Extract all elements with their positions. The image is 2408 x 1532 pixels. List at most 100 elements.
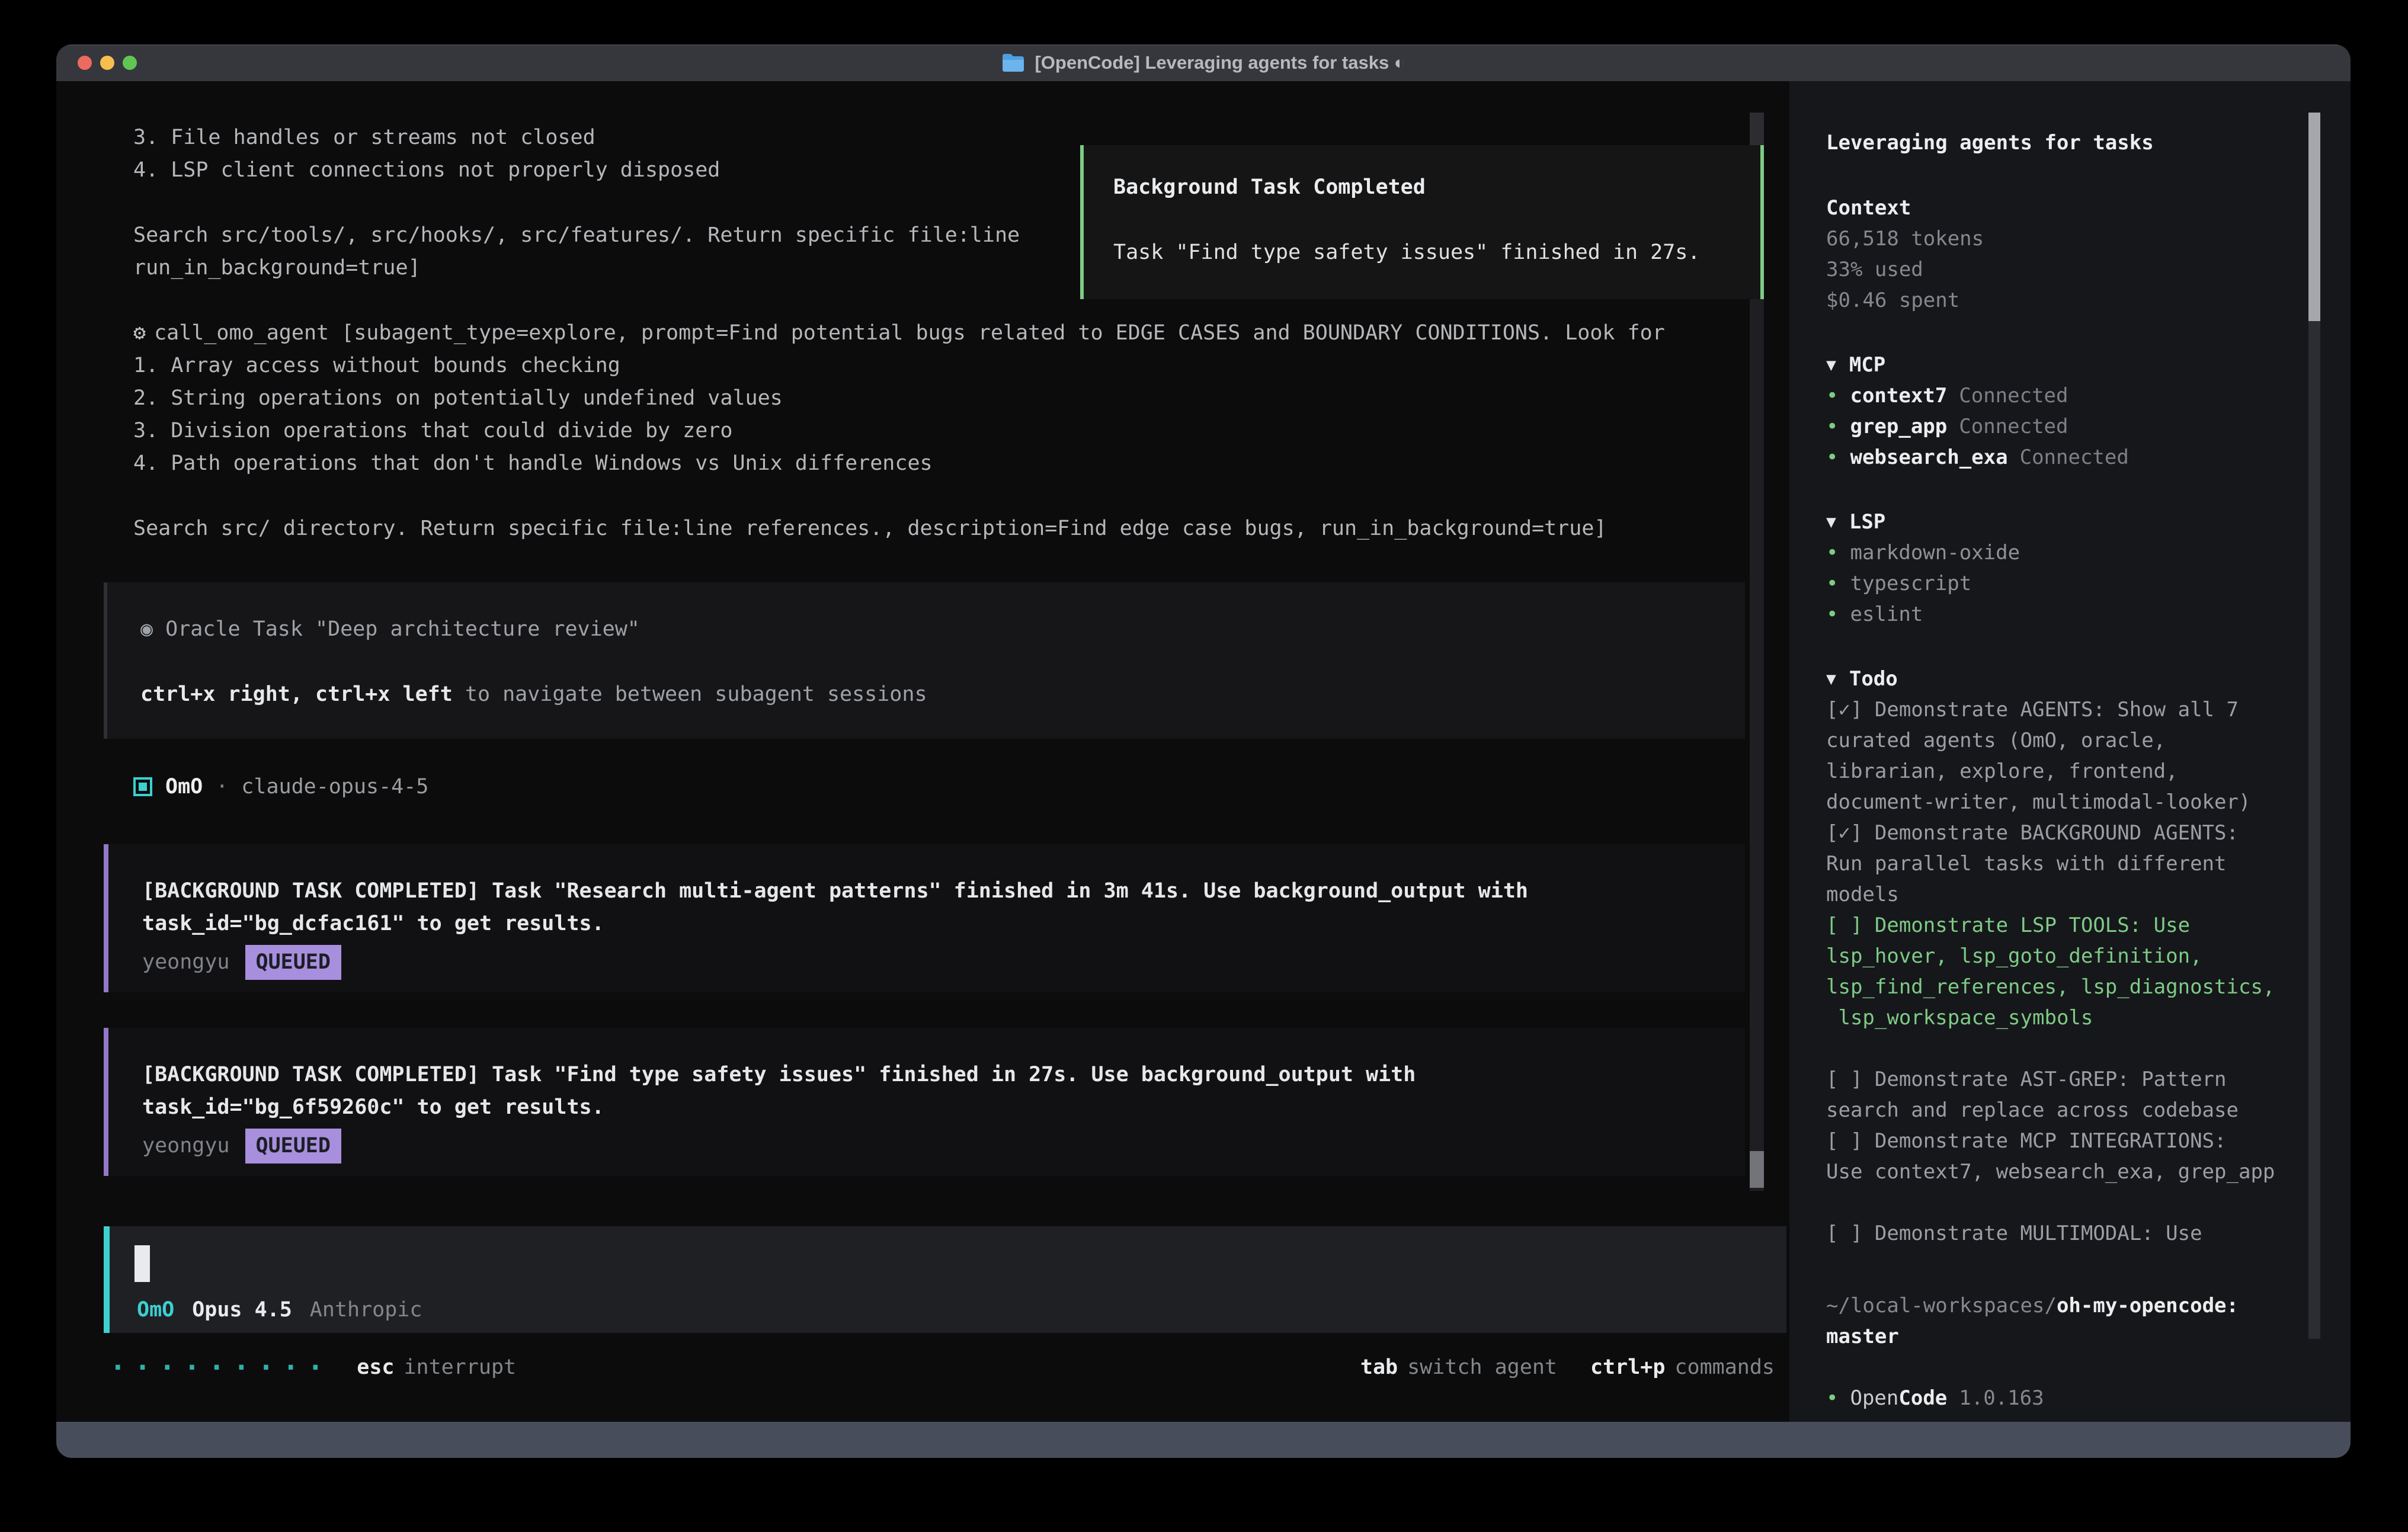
bullet-icon: • <box>1826 411 1838 442</box>
input-provider-label: Anthropic <box>310 1295 422 1325</box>
workspace-path: ~/local-workspaces/oh-my-opencode: <box>1826 1290 2300 1321</box>
task-message-block: [BACKGROUND TASK COMPLETED] Task "Find t… <box>104 1028 1745 1176</box>
tool-call-item: 2. String operations on potentially unde… <box>133 382 1757 415</box>
task-message-block: [BACKGROUND TASK COMPLETED] Task "Resear… <box>104 844 1745 992</box>
lsp-name: eslint <box>1850 599 1923 630</box>
status-badge: QUEUED <box>245 1129 341 1164</box>
context-spent: $0.46 spent <box>1826 285 2300 316</box>
app-window: [OpenCode] Leveraging agents for tasks ◐… <box>56 44 2351 1458</box>
lsp-item: • markdown-oxide <box>1826 537 2300 568</box>
mcp-name: grep_app <box>1850 411 1947 442</box>
separator-dot: · <box>216 775 228 799</box>
tool-call-footer: Search src/ directory. Return specific f… <box>133 512 1757 545</box>
app-version: 1.0.163 <box>1959 1383 2044 1414</box>
lsp-name: typescript <box>1850 568 1971 599</box>
bullet-icon: • <box>1826 568 1838 599</box>
task-author: yeongyu <box>142 946 230 979</box>
subagent-shortcut-hint: ctrl+x right, ctrl+x left to navigate be… <box>140 678 1745 711</box>
window-title-row: [OpenCode] Leveraging agents for tasks ◐ <box>1001 52 1405 73</box>
spinner-dots-icon: ········· <box>110 1351 332 1383</box>
input-agent-label[interactable]: OmO <box>137 1295 174 1325</box>
text-cursor <box>135 1245 150 1282</box>
mcp-status: Connected <box>1959 380 2068 411</box>
version-row: • OpenCode 1.0.163 <box>1826 1383 2300 1414</box>
omo-agent-icon <box>133 777 152 796</box>
todo-section-header[interactable]: ▼ Todo <box>1826 664 2300 694</box>
esc-key-hint: esc <box>357 1355 394 1379</box>
chevron-down-icon: ▼ <box>1826 350 1836 380</box>
ctrlp-action-label: commands <box>1674 1355 1775 1379</box>
mcp-item: • websearch_exa Connected <box>1826 442 2300 473</box>
sidebar: Leveraging agents for tasks Context 66,5… <box>1826 127 2300 1414</box>
tool-call-header: call_omo_agent [subagent_type=explore, p… <box>154 317 1665 350</box>
mcp-item: • context7 Connected <box>1826 380 2300 411</box>
todo-item-active: [ ] Demonstrate LSP TOOLS: Use lsp_hover… <box>1826 910 2300 1033</box>
todo-item-pending: [ ] Demonstrate MCP INTEGRATIONS: Use co… <box>1826 1126 2300 1187</box>
mcp-heading: MCP <box>1849 350 1885 380</box>
mcp-status: Connected <box>1959 411 2068 442</box>
input-model-label[interactable]: Opus 4.5 <box>192 1295 292 1325</box>
workspace-prefix: ~/local-workspaces/ <box>1826 1294 2057 1318</box>
task-meta-row: yeongyu QUEUED <box>142 1129 1745 1164</box>
oracle-task-title-row: ◉ Oracle Task "Deep architecture review" <box>140 613 1745 646</box>
zoom-button[interactable] <box>123 56 137 70</box>
chevron-down-icon: ▼ <box>1826 664 1836 694</box>
tool-call-item: 1. Array access without bounds checking <box>133 350 1757 382</box>
chat-scrollbar-thumb[interactable] <box>1750 1151 1764 1188</box>
bullet-icon: • <box>1826 1383 1838 1414</box>
tool-call-item: 3. Division operations that could divide… <box>133 415 1757 447</box>
lsp-name: markdown-oxide <box>1850 537 2020 568</box>
todo-item-done: [✓] Demonstrate AGENTS: Show all 7 curat… <box>1826 694 2300 818</box>
shortcut-keys: ctrl+x right, ctrl+x left <box>140 682 453 706</box>
mcp-name: context7 <box>1850 380 1947 411</box>
lsp-heading: LSP <box>1849 507 1885 537</box>
oracle-task-box[interactable]: ◉ Oracle Task "Deep architecture review"… <box>104 582 1745 739</box>
todo-heading: Todo <box>1849 664 1898 694</box>
mcp-section-header[interactable]: ▼ MCP <box>1826 350 2300 380</box>
task-meta-row: yeongyu QUEUED <box>142 945 1745 980</box>
traffic-lights <box>78 56 137 70</box>
oracle-task-title: Oracle Task "Deep architecture review" <box>165 617 640 641</box>
agent-name: OmO <box>165 775 203 799</box>
mcp-name: websearch_exa <box>1850 442 2007 473</box>
todo-item-pending: [ ] Demonstrate MULTIMODAL: Use <box>1826 1218 2300 1249</box>
gear-icon: ⚙ <box>133 317 146 350</box>
task-message-line: task_id="bg_6f59260c" to get results. <box>142 1091 1745 1124</box>
context-used: 33% used <box>1826 254 2300 285</box>
bullet-icon: • <box>1826 380 1838 411</box>
workspace-branch: master <box>1826 1321 2300 1352</box>
background-task-toast: Background Task Completed Task "Find typ… <box>1080 145 1764 299</box>
ctrlp-key-hint: ctrl+p <box>1590 1355 1665 1379</box>
minimize-button[interactable] <box>100 56 114 70</box>
status-bar-right: tab switch agent ctrl+p commands <box>1360 1355 1775 1379</box>
status-badge: QUEUED <box>245 945 341 980</box>
toast-title: Background Task Completed <box>1113 171 1760 204</box>
task-message-line: task_id="bg_dcfac161" to get results. <box>142 908 1745 940</box>
context-tokens: 66,518 tokens <box>1826 223 2300 254</box>
close-button[interactable] <box>78 56 92 70</box>
bullet-icon: • <box>1826 537 1838 568</box>
task-message-line: [BACKGROUND TASK COMPLETED] Task "Find t… <box>142 1059 1745 1091</box>
tool-call-item: 4. Path operations that don't handle Win… <box>133 447 1757 480</box>
status-bar: ········· esc interrupt tab switch agent… <box>110 1351 1775 1383</box>
todo-item-done: [✓] Demonstrate BACKGROUND AGENTS: Run p… <box>1826 818 2300 910</box>
task-message-line: [BACKGROUND TASK COMPLETED] Task "Resear… <box>142 875 1745 908</box>
input-meta-row: OmO Opus 4.5 Anthropic <box>137 1295 422 1325</box>
task-author: yeongyu <box>142 1130 230 1162</box>
mcp-item: • grep_app Connected <box>1826 411 2300 442</box>
bullet-icon: • <box>1826 442 1838 473</box>
lsp-section-header[interactable]: ▼ LSP <box>1826 507 2300 537</box>
todo-item-pending: [ ] Demonstrate AST-GREP: Pattern search… <box>1826 1064 2300 1126</box>
app-name: OpenCode <box>1850 1383 1947 1414</box>
window-title: [OpenCode] Leveraging agents for tasks ◐ <box>1035 52 1405 73</box>
agent-model: claude-opus-4-5 <box>241 775 428 799</box>
prompt-input[interactable]: OmO Opus 4.5 Anthropic <box>104 1226 1786 1333</box>
chevron-down-icon: ▼ <box>1826 507 1836 537</box>
lsp-item: • typescript <box>1826 568 2300 599</box>
tab-key-hint: tab <box>1360 1355 1398 1379</box>
shortcut-description: to navigate between subagent sessions <box>453 682 927 706</box>
titlebar[interactable]: [OpenCode] Leveraging agents for tasks ◐ <box>56 44 2351 81</box>
sidebar-scrollbar-thumb[interactable] <box>2308 113 2320 321</box>
esc-action-label: interrupt <box>404 1355 516 1379</box>
toast-body: Task "Find type safety issues" finished … <box>1113 236 1760 269</box>
